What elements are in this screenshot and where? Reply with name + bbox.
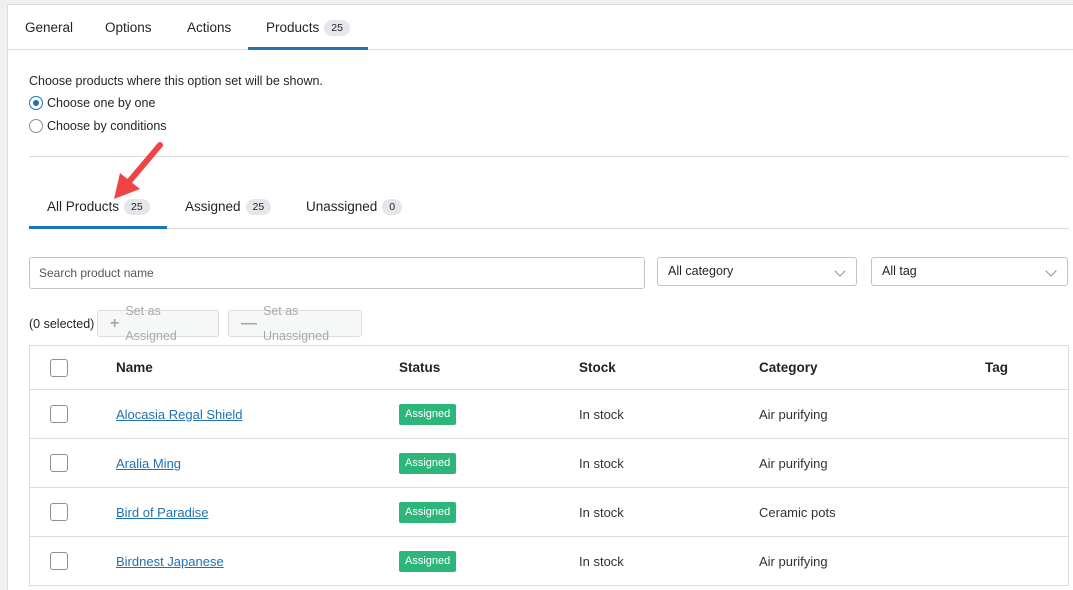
table-row: Birdnest Japanese Assigned In stock Air … [30, 537, 1068, 586]
status-badge: Assigned [399, 550, 457, 572]
category-cell: Air purifying [759, 553, 828, 569]
row-checkbox[interactable] [50, 552, 68, 570]
stock-cell: In stock [579, 455, 624, 471]
category-cell: Air purifying [759, 406, 828, 422]
status-badge: Assigned [399, 403, 457, 425]
subtab-assigned[interactable]: Assigned 25 [185, 191, 272, 229]
table-header-row: Name Status Stock Category Tag [30, 346, 1068, 390]
radio-unchecked-icon[interactable] [29, 119, 43, 133]
row-checkbox[interactable] [50, 503, 68, 521]
header-status: Status [399, 360, 441, 375]
table-row: Bird of Paradise Assigned In stock Ceram… [30, 488, 1068, 537]
stock-cell: In stock [579, 553, 624, 569]
header-tag: Tag [985, 360, 1008, 375]
header-stock: Stock [579, 360, 616, 375]
section-divider [29, 156, 1069, 157]
search-input[interactable] [29, 257, 645, 289]
radio-checked-icon[interactable] [29, 96, 43, 110]
header-name[interactable]: Name [116, 346, 153, 389]
unassigned-count-badge: 0 [382, 199, 403, 215]
category-cell: Ceramic pots [759, 504, 836, 520]
selected-count: (0 selected) [29, 317, 95, 331]
assigned-count-badge: 25 [245, 199, 272, 215]
plus-icon: + [110, 315, 120, 332]
stock-cell: In stock [579, 504, 624, 520]
radio-choose-one-by-one[interactable]: Choose one by one [29, 96, 155, 110]
category-cell: Air purifying [759, 455, 828, 471]
tab-actions[interactable]: Actions [187, 5, 231, 50]
radio-choose-by-conditions[interactable]: Choose by conditions [29, 119, 167, 133]
status-badge: Assigned [399, 501, 457, 523]
tag-select[interactable]: All tag [871, 257, 1068, 286]
stock-cell: In stock [579, 406, 624, 422]
set-unassigned-button[interactable]: — Set as Unassigned [228, 304, 362, 343]
option-set-panel: General Options Actions Products 25 Choos… [7, 4, 1073, 590]
row-checkbox[interactable] [50, 405, 68, 423]
table-row: Alocasia Regal Shield Assigned In stock … [30, 390, 1068, 439]
status-badge: Assigned [399, 452, 457, 474]
product-filter-tabs: All Products 25 Assigned 25 Unassigned 0 [29, 191, 1069, 229]
category-select[interactable]: All category [657, 257, 857, 286]
tab-general[interactable]: General [25, 5, 73, 50]
product-name-link[interactable]: Bird of Paradise [116, 505, 209, 520]
product-name-link[interactable]: Aralia Ming [116, 456, 181, 471]
red-arrow-annotation-icon [114, 142, 163, 199]
products-count-badge: 25 [324, 20, 350, 36]
chevron-down-icon [834, 265, 846, 277]
chevron-down-icon [1045, 265, 1057, 277]
intro-text: Choose products where this option set wi… [29, 74, 323, 88]
set-assigned-button[interactable]: + Set as Assigned [97, 304, 219, 343]
product-name-link[interactable]: Birdnest Japanese [116, 554, 224, 569]
top-tabs: General Options Actions Products 25 [8, 5, 1073, 50]
select-all-checkbox[interactable] [50, 358, 68, 377]
minus-icon: — [241, 315, 257, 332]
product-name-link[interactable]: Alocasia Regal Shield [116, 407, 242, 422]
subtab-unassigned[interactable]: Unassigned 0 [306, 191, 403, 229]
header-category: Category [759, 360, 818, 375]
products-table: Name Status Stock Category Tag Alocasia … [29, 345, 1069, 586]
tab-products[interactable]: Products 25 [248, 5, 368, 50]
table-row: Aralia Ming Assigned In stock Air purify… [30, 439, 1068, 488]
row-checkbox[interactable] [50, 454, 68, 472]
tab-options[interactable]: Options [105, 5, 152, 50]
